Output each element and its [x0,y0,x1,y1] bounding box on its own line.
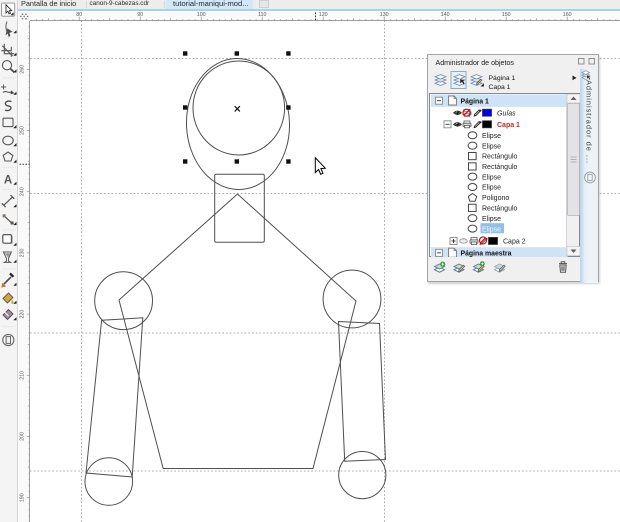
svg-text:110: 110 [257,12,265,18]
svg-text:100: 100 [196,12,205,18]
svg-text:Capa 1: Capa 1 [488,84,510,91]
svg-text:Rectángulo: Rectángulo [482,205,518,212]
svg-text:A: A [4,175,12,187]
svg-text:130: 130 [379,12,388,18]
svg-text:Guías: Guías [497,110,516,117]
svg-text:Página 1: Página 1 [461,98,490,105]
svg-text:200: 200 [19,432,25,441]
svg-text:260: 260 [19,64,25,73]
svg-text:Elipse: Elipse [482,185,501,192]
svg-text:210: 210 [19,370,25,379]
svg-text:220: 220 [19,309,25,318]
svg-text:Página maestra: Página maestra [461,251,512,258]
svg-text:Rectángulo: Rectángulo [482,154,518,161]
svg-text:Elipse: Elipse [482,133,501,140]
svg-text:Capa 1: Capa 1 [497,122,520,129]
svg-text:Elipse: Elipse [482,143,501,150]
svg-text:90: 90 [137,12,143,18]
svg-text:240: 240 [19,187,25,196]
svg-text:140: 140 [440,12,449,18]
svg-text:Elipse: Elipse [482,174,501,181]
svg-text:160: 160 [562,12,571,18]
svg-text:Elipse: Elipse [482,216,501,223]
svg-text:150: 150 [501,12,510,18]
svg-text:Rectángulo: Rectángulo [482,164,518,171]
svg-text:80: 80 [76,12,82,18]
svg-text:Capa 2: Capa 2 [503,239,526,246]
svg-text:190: 190 [19,493,25,502]
svg-text:230: 230 [19,248,25,257]
svg-text:250: 250 [19,126,25,135]
svg-text:Elipse: Elipse [482,226,501,233]
svg-text:120: 120 [318,12,327,18]
svg-text:Poligono: Poligono [482,195,509,202]
svg-text:Página 1: Página 1 [488,75,515,82]
